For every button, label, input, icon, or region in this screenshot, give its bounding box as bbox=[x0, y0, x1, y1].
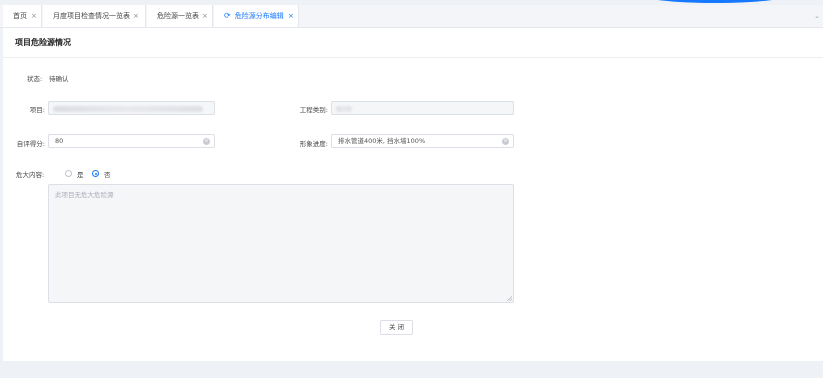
radio-yes-label[interactable]: 是 bbox=[77, 169, 84, 179]
progress-label: 形象进度: bbox=[299, 140, 328, 148]
score-label: 自评得分: bbox=[16, 140, 45, 148]
refresh-icon[interactable]: ⟳ bbox=[224, 5, 231, 27]
top-accent-shape bbox=[640, 0, 790, 3]
resize-handle-icon[interactable] bbox=[507, 296, 512, 301]
tab-label: 危险源分布编辑 bbox=[234, 12, 284, 20]
tab-label: 危险源一览表 bbox=[157, 12, 199, 20]
textarea-placeholder: 此项目无危大危险源 bbox=[55, 191, 114, 199]
progress-input[interactable]: 排水管道400米, 挡水墙100% × bbox=[331, 134, 514, 148]
radio-no[interactable] bbox=[92, 170, 99, 177]
danger-content-label: 危大内容: bbox=[16, 171, 45, 179]
redacted-text bbox=[336, 106, 352, 112]
status-label: 状态: bbox=[27, 75, 43, 83]
project-label: 项目: bbox=[29, 106, 45, 114]
tab-label: 首页 bbox=[13, 12, 27, 20]
panel-title: 项目危险源情况 bbox=[15, 38, 71, 47]
close-icon[interactable]: × bbox=[133, 5, 139, 27]
project-field[interactable] bbox=[48, 101, 215, 115]
close-icon[interactable]: × bbox=[202, 5, 208, 27]
danger-content-textarea[interactable]: 此项目无危大危险源 bbox=[48, 184, 514, 303]
score-input[interactable]: 80 × bbox=[48, 134, 215, 148]
tab-label: 月度项目检查情况一览表 bbox=[53, 12, 130, 20]
radio-yes[interactable] bbox=[65, 170, 72, 177]
tab-home[interactable]: 首页 × bbox=[3, 5, 42, 27]
tab-hazard-distribution-edit[interactable]: ⟳ 危险源分布编辑 × bbox=[214, 5, 299, 27]
tab-monthly-inspection[interactable]: 月度项目检查情况一览表 × bbox=[43, 5, 146, 27]
clear-icon[interactable]: × bbox=[502, 138, 509, 145]
close-icon[interactable]: × bbox=[31, 5, 37, 27]
close-icon[interactable]: × bbox=[288, 5, 294, 27]
divider bbox=[3, 57, 823, 58]
tab-hazard-list[interactable]: 危险源一览表 × bbox=[147, 5, 213, 27]
radio-no-label[interactable]: 否 bbox=[104, 169, 111, 179]
tab-bar: 首页 × 月度项目检查情况一览表 × 危险源一览表 × ⟳ 危险源分布编辑 × ⌄ bbox=[0, 5, 823, 28]
redacted-text bbox=[53, 106, 203, 112]
hazard-info-panel: 项目危险源情况 状态: 待确认 项目: 工程类别: 自评得分: 80 × 形象进… bbox=[3, 28, 823, 361]
status-value: 待确认 bbox=[49, 75, 69, 83]
tab-menu-icon[interactable]: ⌄ bbox=[814, 5, 820, 27]
clear-icon[interactable]: × bbox=[203, 138, 210, 145]
category-field[interactable] bbox=[331, 101, 514, 115]
close-button[interactable]: 关 闭 bbox=[380, 320, 413, 335]
category-label: 工程类别: bbox=[299, 106, 328, 114]
